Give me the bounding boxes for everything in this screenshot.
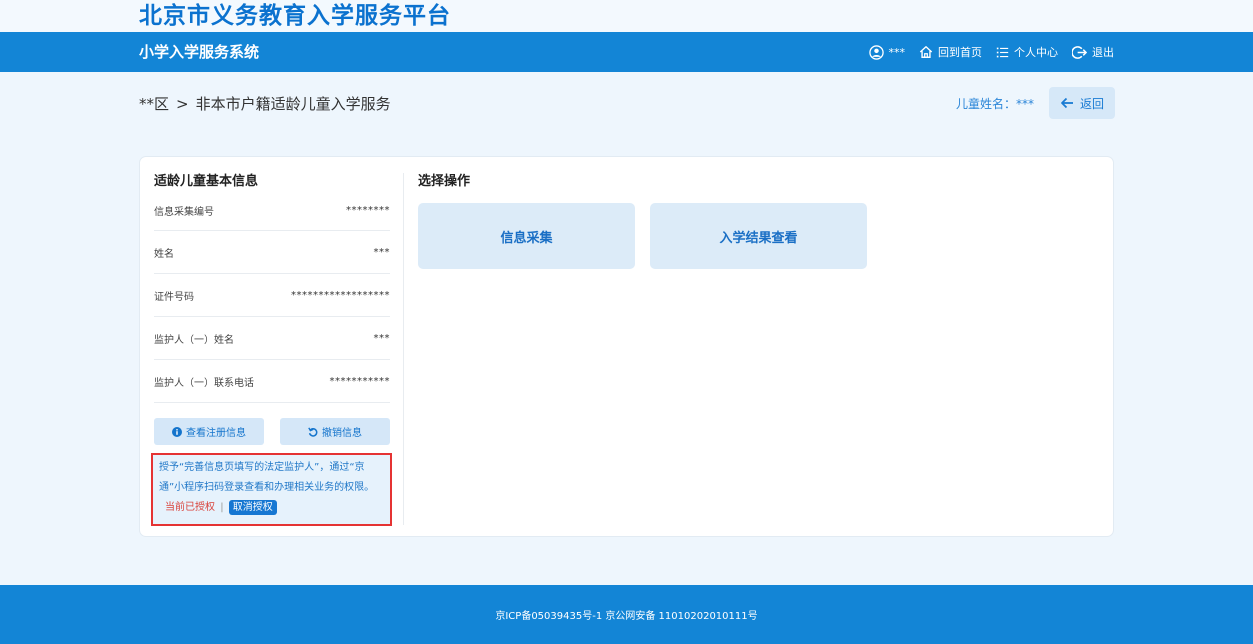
main-card: 适龄儿童基本信息 信息采集编号 ******** 姓名 *** 证件号码 ***… (139, 156, 1114, 537)
info-panel-title: 适龄儿童基本信息 (154, 174, 259, 189)
revoke-authorization-button[interactable]: 取消授权 (228, 499, 277, 515)
info-label: 姓名 (154, 248, 174, 260)
info-value: ****************** (291, 289, 390, 301)
undo-icon (308, 426, 318, 437)
breadcrumb-separator: > (176, 95, 189, 113)
top-banner: 北京市义务教育入学服务平台 (0, 0, 1253, 32)
cancel-info-button[interactable]: 撤销信息 (280, 418, 390, 445)
info-collection-button[interactable]: 信息采集 (418, 203, 635, 269)
info-value: *** (373, 332, 390, 344)
info-label: 信息采集编号 (154, 207, 214, 218)
profile-link[interactable]: 个人中心 (996, 44, 1058, 60)
logout-label: 退出 (1092, 46, 1114, 59)
view-register-label: 查看注册信息 (186, 428, 246, 439)
info-row-guardian-name: 监护人（一）姓名 *** (154, 317, 390, 360)
info-label: 监护人（一）姓名 (154, 334, 234, 346)
info-label: 监护人（一）联系电话 (154, 377, 254, 389)
breadcrumb: **区 > 非本市户籍适龄儿童入学服务 (139, 94, 391, 114)
info-row-id-number: 证件号码 ****************** (154, 274, 390, 317)
info-value: *********** (329, 375, 390, 387)
footer: 京ICP备05039435号-1 京公网安备 11010202010111号 (0, 585, 1253, 644)
breadcrumb-district[interactable]: **区 (139, 95, 169, 113)
system-name: 小学入学服务系统 (139, 43, 260, 61)
profile-label: 个人中心 (1014, 46, 1058, 59)
footer-icp: 京ICP备05039435号-1 京公网安备 11010202010111号 (495, 611, 758, 622)
info-icon (172, 426, 182, 437)
user-icon (868, 44, 884, 60)
view-register-button[interactable]: 查看注册信息 (154, 418, 264, 445)
user-menu[interactable]: *** (868, 44, 906, 60)
child-name-label: 儿童姓名：*** (955, 97, 1034, 111)
navbar: 小学入学服务系统 *** 回到首页 个人中心 退出 (0, 32, 1253, 72)
arrow-left-icon (1061, 97, 1073, 109)
nav-actions: *** 回到首页 个人中心 退出 (868, 32, 1114, 72)
info-value: ******** (346, 205, 390, 216)
enrollment-result-button[interactable]: 入学结果查看 (650, 203, 867, 269)
home-label: 回到首页 (938, 46, 982, 59)
info-value: *** (373, 246, 390, 258)
authorization-divider: | (220, 502, 224, 513)
user-name: *** (888, 45, 906, 59)
info-row-collection-id: 信息采集编号 ******** (154, 191, 390, 231)
cancel-info-label: 撤销信息 (322, 428, 362, 439)
panel-divider (403, 173, 404, 525)
info-row-guardian-phone: 监护人（一）联系电话 *********** (154, 360, 390, 403)
info-label: 证件号码 (154, 291, 194, 303)
info-actions: 查看注册信息 撤销信息 (154, 418, 390, 445)
info-row-name: 姓名 *** (154, 231, 390, 274)
authorization-notice: 授予“完善信息页填写的法定监护人”，通过“京通”小程序扫码登录查看和办理相关业务… (151, 453, 392, 526)
home-icon (919, 46, 933, 58)
authorization-text: 授予“完善信息页填写的法定监护人”，通过“京通”小程序扫码登录查看和办理相关业务… (159, 462, 375, 493)
back-button[interactable]: 返回 (1049, 87, 1115, 119)
list-icon (996, 47, 1009, 57)
back-label: 返回 (1079, 96, 1104, 111)
logout-link[interactable]: 退出 (1072, 44, 1114, 60)
breadcrumb-current: 非本市户籍适龄儿童入学服务 (195, 95, 391, 113)
operations-title: 选择操作 (418, 174, 471, 189)
home-link[interactable]: 回到首页 (919, 44, 982, 60)
platform-title: 北京市义务教育入学服务平台 (139, 3, 451, 29)
logout-icon (1072, 45, 1087, 59)
authorization-status: 当前已授权 (165, 502, 215, 513)
info-list: 信息采集编号 ******** 姓名 *** 证件号码 ************… (154, 191, 390, 403)
